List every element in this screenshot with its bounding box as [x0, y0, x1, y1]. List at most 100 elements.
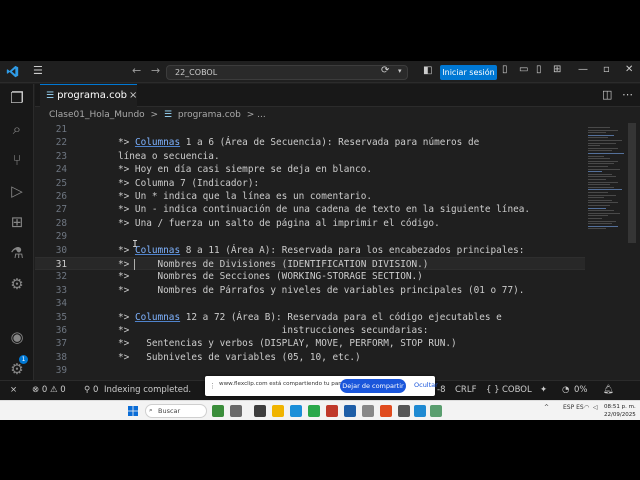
office-icon[interactable] — [326, 405, 338, 417]
breadcrumb-tail[interactable]: > ... — [247, 110, 266, 120]
zoom-app-icon[interactable] — [344, 405, 356, 417]
sign-in-button[interactable]: Iniciar sesión — [440, 65, 497, 80]
code-text[interactable]: *> Un * indica que la línea es un coment… — [118, 190, 372, 203]
code-text[interactable]: *> Hoy en día casi siempre se deja en bl… — [118, 163, 372, 176]
eol-indicator[interactable]: CRLF — [455, 381, 476, 400]
code-line[interactable]: 37 *> Sentencias y verbos (DISPLAY, MOVE,… — [35, 337, 585, 350]
code-text[interactable]: *> Nombres de Divisiones (IDENTIFICATION… — [118, 258, 428, 271]
tray-chevron-icon[interactable]: ^ — [544, 404, 549, 411]
code-line[interactable]: 28 *> Una / fuerza un salto de página al … — [35, 217, 585, 230]
code-text[interactable]: *> Subniveles de variables (05, 10, etc.… — [118, 351, 361, 364]
command-center-search[interactable]: 22_COBOL — [166, 65, 408, 80]
layout-toggle-panel-icon[interactable]: ▭ — [519, 64, 528, 75]
code-line[interactable]: 36 *> instrucciones secundarias: — [35, 324, 585, 337]
arrow-left-icon[interactable]: ← — [132, 64, 141, 77]
taskbar-clock[interactable]: 08:51 p. m. 22/09/2025 — [604, 403, 636, 419]
run-debug-icon[interactable]: ▷ — [8, 182, 26, 200]
hamburger-icon[interactable]: ☰ — [33, 64, 43, 77]
code-text[interactable]: *> Columnas 12 a 72 (Área B): Reservada … — [118, 311, 502, 324]
explorer-icon[interactable]: ❐ — [8, 89, 26, 107]
file-explorer-icon[interactable] — [272, 405, 284, 417]
volume-icon[interactable]: ◁ — [593, 404, 598, 411]
task-view-icon[interactable] — [230, 405, 242, 417]
arrow-right-icon[interactable]: → — [151, 64, 160, 77]
account-icon[interactable]: ◉ — [8, 328, 26, 346]
search-icon[interactable]: ⌕ — [8, 120, 26, 138]
bell-icon[interactable]: 🔔︎ — [603, 381, 614, 400]
restore-icon[interactable]: ▫ — [603, 64, 610, 75]
breadcrumb-file[interactable]: programa.cob — [178, 110, 241, 120]
code-line[interactable]: 21 — [35, 123, 585, 136]
code-text[interactable]: *> Columna 7 (Indicador): — [118, 177, 259, 190]
code-text[interactable]: *> Nombres de Párrafos y niveles de vari… — [118, 284, 524, 297]
code-line[interactable]: 26 *> Un * indica que la línea es un come… — [35, 190, 585, 203]
widgets-icon[interactable] — [212, 405, 224, 417]
scrollbar-thumb[interactable] — [628, 123, 636, 243]
brave-icon[interactable] — [380, 405, 392, 417]
wifi-icon[interactable]: ◠ — [584, 404, 589, 411]
code-line[interactable]: 38 *> Subniveles de variables (05, 10, et… — [35, 351, 585, 364]
code-line[interactable]: 29 — [35, 230, 585, 243]
customize-layout-icon[interactable]: ⊞ — [553, 64, 561, 75]
code-line[interactable]: 30 *> Columnas 8 a 11 (Área A): Reservada… — [35, 244, 585, 257]
code-text[interactable]: *> instrucciones secundarias: — [118, 324, 428, 337]
minimize-icon[interactable]: — — [578, 64, 588, 75]
language-indicator[interactable]: ESP ES — [563, 404, 584, 411]
stop-sharing-button[interactable]: Dejar de compartir — [340, 379, 406, 393]
code-text[interactable]: *> Columnas 1 a 6 (Área de Secuencia): R… — [118, 136, 479, 149]
encoding-indicator[interactable]: -8 — [437, 381, 445, 400]
layout-toggle-sidebar-icon[interactable]: ▯ — [502, 64, 508, 75]
code-line[interactable]: 22 *> Columnas 1 a 6 (Área de Secuencia):… — [35, 136, 585, 149]
account-cube-icon[interactable]: ◧ — [423, 65, 432, 76]
more-actions-icon[interactable]: ⋯ — [622, 88, 633, 101]
close-window-icon[interactable]: ✕ — [625, 64, 633, 75]
hide-link[interactable]: Ocultar — [414, 381, 438, 389]
tab-programa-cob[interactable]: ☰ programa.cob × — [40, 84, 137, 107]
split-editor-icon[interactable]: ◫ — [602, 88, 612, 101]
code-text[interactable]: *> Sentencias y verbos (DISPLAY, MOVE, P… — [118, 337, 457, 350]
copilot-icon[interactable]: ⟳ — [381, 65, 389, 76]
code-text[interactable]: línea o secuencia. — [118, 150, 220, 163]
testing-icon[interactable]: ⚗ — [8, 244, 26, 262]
code-line[interactable]: 25 *> Columna 7 (Indicador): — [35, 177, 585, 190]
app-green-icon[interactable] — [430, 405, 442, 417]
breadcrumb-folder[interactable]: Clase01_Hola_Mundo — [49, 110, 145, 120]
gear-icon[interactable]: ⚙ — [8, 360, 26, 378]
code-line[interactable]: 24 *> Hoy en día casi siempre se deja en … — [35, 163, 585, 176]
terminal-icon[interactable] — [398, 405, 410, 417]
layout-toggle-secondary-icon[interactable]: ▯ — [536, 64, 542, 75]
remote-indicator-icon[interactable]: ⨯ — [10, 381, 17, 400]
drag-handle-icon[interactable]: ⋮ — [209, 382, 216, 390]
app-dark-icon[interactable] — [254, 405, 266, 417]
edge-icon[interactable] — [290, 405, 302, 417]
python-icon[interactable]: ⚙ — [8, 275, 26, 293]
code-text[interactable]: *> Una / fuerza un salto de página al im… — [118, 217, 440, 230]
windows-start-icon[interactable] — [128, 406, 138, 416]
code-line[interactable]: 35 *> Columnas 12 a 72 (Área B): Reservad… — [35, 311, 585, 324]
language-mode[interactable]: COBOL — [502, 381, 532, 400]
problems-indicator[interactable]: ⊗ 0 ⚠ 0 — [32, 381, 66, 400]
code-line[interactable]: 31 *> Nombres de Divisiones (IDENTIFICATI… — [35, 257, 585, 271]
code-editor[interactable]: 21 22 *> Columnas 1 a 6 (Área de Secuencia… — [35, 123, 585, 378]
chrome-icon[interactable] — [308, 405, 320, 417]
chevron-down-icon[interactable]: ▾ — [398, 67, 402, 75]
minimap[interactable] — [586, 123, 626, 243]
vscode-taskbar-icon[interactable] — [414, 405, 426, 417]
taskbar-search-input[interactable]: Buscar — [145, 404, 207, 418]
code-line[interactable]: 23 línea o secuencia. — [35, 150, 585, 163]
copilot-status-icon[interactable]: ✦ — [540, 381, 547, 400]
code-line[interactable]: 33 *> Nombres de Párrafos y niveles de va… — [35, 284, 585, 297]
code-line[interactable]: 27 *> Un - indica continuación de una cad… — [35, 203, 585, 216]
code-text[interactable]: *> Columnas 8 a 11 (Área A): Reservada p… — [118, 244, 524, 257]
zoom-level[interactable]: 0% — [574, 381, 588, 400]
code-line[interactable]: 34 — [35, 297, 585, 310]
source-control-icon[interactable]: ⑂ — [8, 151, 26, 169]
minimap-line — [588, 142, 616, 144]
settings-app-icon[interactable] — [362, 405, 374, 417]
extensions-icon[interactable]: ⊞ — [8, 213, 26, 231]
ports-indicator[interactable]: ⚲ 0 — [84, 381, 98, 400]
code-line[interactable]: 32 *> Nombres de Secciones (WORKING-STORA… — [35, 270, 585, 283]
code-text[interactable]: *> Nombres de Secciones (WORKING-STORAGE… — [118, 270, 423, 283]
code-text[interactable]: *> Un - indica continuación de una caden… — [118, 203, 530, 216]
close-icon[interactable]: × — [129, 85, 137, 107]
